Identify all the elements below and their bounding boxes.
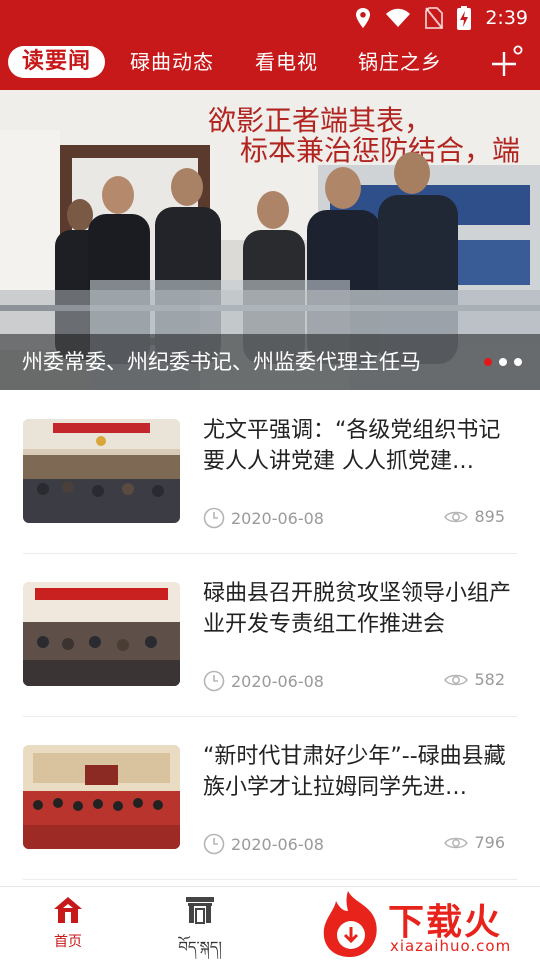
news-date: 2020-06-08 — [203, 670, 324, 692]
carousel-dot[interactable] — [514, 358, 522, 366]
eye-icon — [444, 511, 469, 522]
nav-tibetan[interactable]: བོད་སྐད། — [168, 895, 232, 973]
nav-home-label: 首页 — [54, 934, 82, 950]
news-item[interactable]: “新时代甘肃好少年”--碌曲县藏族小学才让拉姆同学先进… 2020-06-08 … — [23, 717, 517, 880]
tab-guozhuang-hometown[interactable]: 锅庄之乡 — [358, 49, 442, 75]
banner-slogan-line1: 欲影正者端其表， — [208, 104, 432, 137]
news-date: 2020-06-08 — [203, 507, 324, 529]
status-time: 2:39 — [485, 7, 528, 29]
wifi-icon — [386, 8, 411, 27]
plus-icon[interactable] — [488, 44, 526, 82]
news-date-text: 2020-06-08 — [231, 834, 324, 854]
eye-icon — [444, 674, 469, 685]
nav-home[interactable]: 首页 — [42, 895, 94, 951]
watermark-logo: 下载火 xiazaihuo.com — [318, 889, 540, 961]
status-icons: 2:39 — [355, 6, 528, 30]
banner-slogan-line2: 标本兼治惩防结合，端 — [240, 134, 520, 167]
news-thumbnail — [23, 419, 180, 523]
bottom-nav: 首页 བོད་སྐད། 下载火 xiazaihuo.com — [0, 886, 540, 961]
news-views: 582 — [444, 670, 505, 689]
news-views: 895 — [444, 507, 505, 526]
news-date: 2020-06-08 — [203, 833, 324, 855]
news-date-text: 2020-06-08 — [231, 671, 324, 691]
banner-caption-text[interactable]: 州委常委、州纪委书记、州监委代理主任马 — [22, 347, 482, 377]
news-title[interactable]: “新时代甘肃好少年”--碌曲县藏族小学才让拉姆同学先进… — [203, 741, 517, 803]
flame-logo-icon — [323, 891, 377, 957]
carousel-dots — [484, 358, 522, 366]
nav-tibetan-label: བོད་སྐད། — [178, 938, 222, 956]
news-item[interactable]: 尤文平强调：“各级党组织书记要人人讲党建 人人抓党建… 2020-06-08 8… — [23, 391, 517, 554]
banner-carousel[interactable]: 欲影正者端其表， 标本兼治惩防结合，端 州委常委、州纪委书记、州监委代理主任马 — [0, 90, 540, 390]
news-thumbnail — [23, 582, 180, 686]
news-views-count: 796 — [474, 833, 505, 852]
clock-icon — [203, 507, 225, 529]
clock-icon — [203, 833, 225, 855]
status-bar: 2:39 — [0, 0, 540, 36]
news-title[interactable]: 碌曲县召开脱贫攻坚领导小组产业开发专责组工作推进会 — [203, 578, 517, 640]
clock-icon — [203, 670, 225, 692]
location-icon — [356, 8, 371, 28]
battery-charging-icon — [457, 6, 472, 30]
watermark-url: xiazaihuo.com — [390, 937, 512, 955]
news-views: 796 — [444, 833, 505, 852]
banner-caption[interactable]: 州委常委、州纪委书记、州监委代理主任马 — [0, 334, 540, 390]
carousel-dot[interactable] — [484, 358, 492, 366]
news-views-count: 582 — [474, 670, 505, 689]
tab-luqu-news[interactable]: 碌曲动态 — [130, 49, 214, 75]
news-date-text: 2020-06-08 — [231, 508, 324, 528]
tab-read-news[interactable]: 读要闻 — [8, 46, 106, 78]
eye-icon — [444, 837, 469, 848]
home-icon — [54, 897, 82, 923]
news-views-count: 895 — [474, 507, 505, 526]
news-thumbnail — [23, 745, 180, 849]
category-tabs: 读要闻 碌曲动态 看电视 锅庄之乡 — [0, 36, 540, 90]
carousel-dot[interactable] — [499, 358, 507, 366]
no-sim-icon — [425, 7, 444, 29]
news-title[interactable]: 尤文平强调：“各级党组织书记要人人讲党建 人人抓党建… — [203, 415, 517, 477]
tab-watch-tv[interactable]: 看电视 — [255, 49, 318, 75]
gate-icon — [186, 897, 214, 924]
news-item[interactable]: 碌曲县召开脱贫攻坚领导小组产业开发专责组工作推进会 2020-06-08 582 — [23, 554, 517, 717]
